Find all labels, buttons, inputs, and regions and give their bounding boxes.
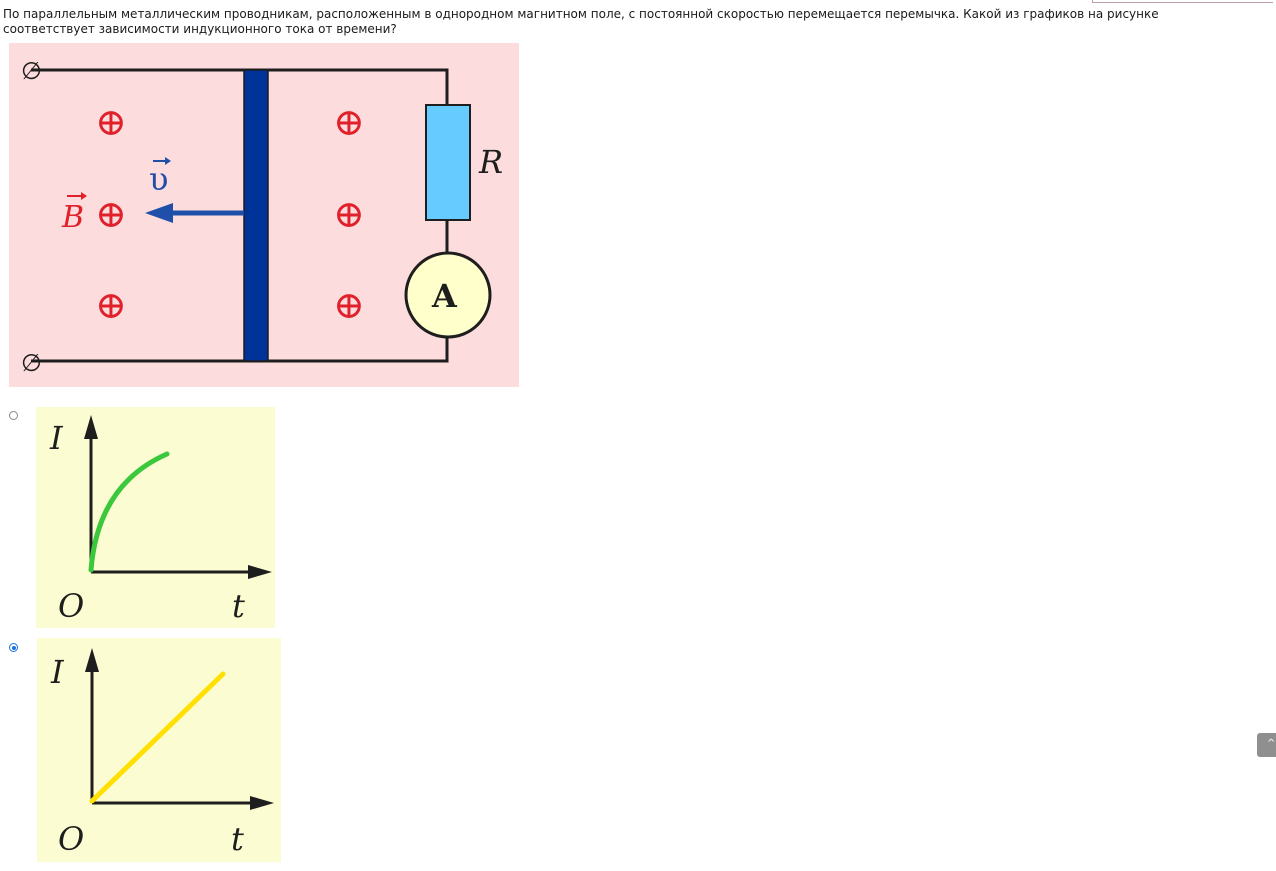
linear-line: [89, 671, 226, 804]
bottom-rail: [31, 338, 449, 363]
x-axis-arrowhead: [248, 565, 272, 579]
frame-corner: [1092, 0, 1273, 3]
circuit-svg: ∅ ∅ R A υ B ⊕ ⊕ ⊕ ⊕ ⊕ ⊕: [21, 57, 503, 377]
resistor-label: R: [478, 143, 503, 181]
field-vector-mark-head: [81, 192, 87, 200]
option-radio-1[interactable]: [9, 411, 18, 420]
x-axis-label: t: [232, 587, 245, 625]
y-axis-label: I: [50, 653, 65, 691]
option-radio-2[interactable]: [9, 643, 18, 652]
circuit-figure: ∅ ∅ R A υ B ⊕ ⊕ ⊕ ⊕ ⊕ ⊕: [9, 43, 519, 387]
scroll-to-top-button[interactable]: ^: [1257, 733, 1276, 757]
field-symbol: ⊕: [333, 100, 365, 144]
field-symbol: ⊕: [333, 283, 365, 327]
y-axis-arrowhead: [84, 415, 98, 439]
velocity-arrow-head: [145, 203, 173, 223]
question-text: По параллельным металлическим проводника…: [3, 7, 1159, 36]
bottom-terminal-symbol: ∅: [21, 349, 42, 377]
saturating-curve: [88, 451, 170, 573]
velocity-label: υ: [149, 160, 168, 198]
top-terminal-symbol: ∅: [21, 57, 42, 85]
chevron-up-icon: ^: [1267, 738, 1276, 749]
y-axis-arrowhead: [85, 648, 99, 672]
field-symbol: ⊕: [95, 100, 127, 144]
option-graph-1[interactable]: I t O: [36, 407, 275, 628]
x-axis-arrowhead: [250, 796, 274, 810]
top-rail: [31, 68, 449, 105]
sliding-bar: [243, 69, 269, 362]
field-symbol: ⊕: [333, 192, 365, 236]
field-symbol: ⊕: [95, 283, 127, 327]
x-axis-label: t: [231, 820, 244, 858]
origin-label: O: [58, 587, 84, 625]
graph-1-svg: I t O: [49, 415, 272, 625]
y-axis-label: I: [49, 419, 64, 457]
resistor: [425, 104, 471, 221]
field-symbol: ⊕: [95, 192, 127, 236]
option-graph-2[interactable]: I t O: [37, 638, 281, 862]
graph-2-svg: I t O: [50, 648, 274, 858]
ammeter-label: A: [431, 277, 458, 315]
origin-label: O: [58, 820, 84, 858]
field-label: B: [61, 200, 84, 235]
